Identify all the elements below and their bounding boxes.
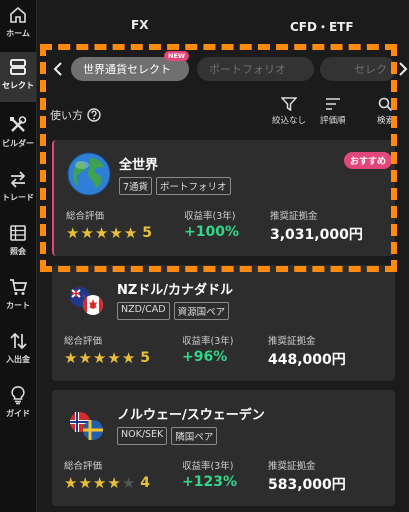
new-badge: NEW: [164, 51, 190, 61]
search-icon: [378, 97, 393, 111]
return-value: +100%: [184, 224, 239, 240]
chevron-right-icon[interactable]: [396, 58, 409, 80]
rating-label: 総合評価: [64, 336, 103, 347]
margin-label: 推奨証拠金: [270, 211, 318, 222]
margin-label: 推奨証拠金: [268, 336, 316, 347]
return-label: 収益率(3年): [182, 336, 234, 347]
margin-value: 3,031,000円: [270, 227, 363, 243]
star-filled-icon: ★: [121, 348, 136, 367]
sort-icon: [325, 97, 341, 111]
margin-value: 448,000円: [268, 352, 346, 368]
filter-button[interactable]: 絞込なし: [272, 97, 306, 126]
star-filled-icon: ★: [123, 223, 138, 242]
star-filled-icon: ★: [109, 223, 123, 242]
return-value: +96%: [182, 349, 228, 365]
nzd-cad-flags-icon: [65, 277, 109, 321]
star-filled-icon: ★: [107, 348, 121, 367]
inquiry-icon: [7, 222, 29, 244]
rating-value: 5: [142, 225, 153, 241]
nav-inquiry[interactable]: 照会: [0, 218, 36, 268]
rating-value: 5: [140, 350, 151, 366]
tab-cfd-etf[interactable]: CFD・ETF: [290, 18, 354, 35]
nav-trade[interactable]: トレード: [0, 164, 36, 214]
star-filled-icon: ★: [92, 348, 107, 367]
search-label: 検索: [377, 116, 395, 126]
lightbulb-icon: [7, 384, 29, 406]
star-rating: ★ ★ ★ ★ ★ 5: [64, 350, 150, 366]
card-tags: 7通貨 ポートフォリオ: [119, 177, 231, 195]
card-title: ノルウェー/スウェーデン: [117, 408, 265, 423]
star-filled-icon: ★: [78, 473, 92, 492]
star-rating: ★ ★ ★ ★ ★ 5: [66, 225, 152, 241]
chevron-left-icon[interactable]: [50, 58, 66, 80]
home-icon: [7, 4, 29, 26]
nav-cart[interactable]: カート: [0, 272, 36, 322]
tag: NZD/CAD: [117, 302, 170, 320]
nav-home-label: ホーム: [6, 29, 30, 38]
side-nav: ホーム セレクト ビルダー トレード 照会 カート 入出金 ガイド: [0, 0, 37, 512]
rating-label: 総合評価: [64, 461, 103, 472]
return-label: 収益率(3年): [182, 461, 234, 472]
sort-label: 評価順: [320, 116, 346, 126]
tag: ポートフォリオ: [156, 177, 231, 195]
sort-button[interactable]: 評価順: [320, 97, 346, 126]
filter-label: 絞込なし: [272, 116, 307, 126]
tag: 資源国ペア: [173, 302, 230, 320]
search-button[interactable]: 検索: [377, 97, 394, 126]
usage-label: 使い方: [50, 109, 83, 122]
nav-builder[interactable]: ビルダー: [0, 110, 36, 160]
nav-guide[interactable]: ガイド: [0, 380, 36, 430]
tag: 7通貨: [119, 177, 153, 195]
nav-cart-label: カート: [6, 301, 30, 310]
nav-inquiry-label: 照会: [10, 247, 26, 256]
star-rating: ★ ★ ★ ★ ★ 4: [64, 475, 150, 491]
return-value: +123%: [182, 474, 237, 490]
card-title: NZドル/カナダドル: [117, 283, 234, 298]
rating-label: 総合評価: [66, 211, 105, 222]
nok-sek-flags-icon: [65, 402, 109, 446]
card-tags: NZD/CAD 資源国ペア: [117, 302, 230, 320]
select-list-icon: [7, 56, 29, 78]
nav-select[interactable]: セレクト: [0, 52, 36, 102]
star-filled-icon: ★: [64, 348, 78, 367]
tab-fx[interactable]: FX: [131, 18, 148, 32]
chip-select-partial[interactable]: セレク: [320, 57, 396, 81]
margin-value: 583,000円: [268, 477, 346, 493]
star-empty-icon: ★: [121, 473, 136, 492]
recommended-badge: おすすめ: [343, 152, 392, 169]
card-tags: NOK/SEK 隣国ペア: [117, 427, 218, 445]
card-nok-sek[interactable]: ノルウェー/スウェーデン NOK/SEK 隣国ペア 総合評価 収益率(3年) 推…: [52, 390, 395, 506]
card-nzd-cad[interactable]: NZドル/カナダドル NZD/CAD 資源国ペア 総合評価 収益率(3年) 推奨…: [52, 265, 395, 381]
nav-home[interactable]: ホーム: [0, 0, 36, 50]
star-filled-icon: ★: [107, 473, 121, 492]
tools-icon: [7, 114, 29, 136]
rating-value: 4: [140, 475, 151, 491]
star-filled-icon: ★: [66, 223, 80, 242]
usage-link[interactable]: 使い方: [50, 107, 101, 123]
star-filled-icon: ★: [94, 223, 109, 242]
star-filled-icon: ★: [80, 223, 94, 242]
nav-transfer[interactable]: 入出金: [0, 326, 36, 376]
nav-trade-label: トレード: [2, 193, 34, 202]
nav-builder-label: ビルダー: [2, 139, 34, 148]
margin-label: 推奨証拠金: [268, 461, 316, 472]
trade-arrows-icon: [7, 168, 29, 190]
chip-portfolio[interactable]: ポートフォリオ: [197, 57, 314, 81]
return-label: 収益率(3年): [184, 211, 236, 222]
star-filled-icon: ★: [64, 473, 78, 492]
star-filled-icon: ★: [78, 348, 92, 367]
tag: NOK/SEK: [117, 427, 168, 445]
help-icon: [87, 108, 101, 122]
nav-transfer-label: 入出金: [6, 355, 30, 364]
cart-icon: [7, 276, 29, 298]
filter-icon: [281, 97, 297, 111]
star-filled-icon: ★: [92, 473, 107, 492]
tag: 隣国ペア: [171, 427, 218, 445]
globe-icon: [67, 152, 111, 196]
nav-select-label: セレクト: [2, 81, 34, 90]
nav-guide-label: ガイド: [6, 409, 30, 418]
card-title: 全世界: [119, 158, 159, 173]
transfer-icon: [7, 330, 29, 352]
card-world[interactable]: 全世界 おすすめ 7通貨 ポートフォリオ 総合評価 収益率(3年) 推奨証拠金 …: [52, 140, 395, 256]
